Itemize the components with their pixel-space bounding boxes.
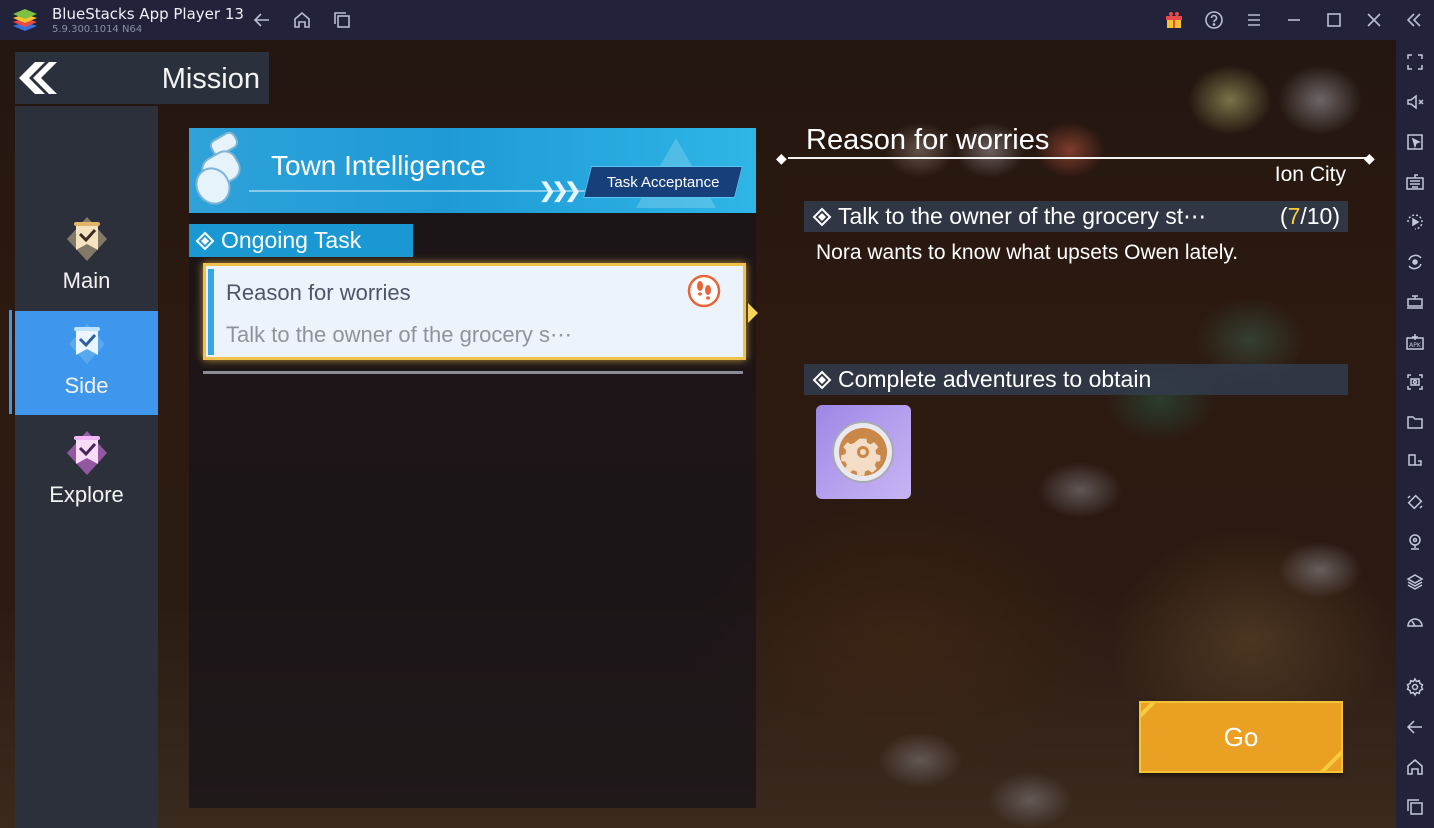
menu-icon[interactable] (1242, 8, 1266, 32)
ornament-right-icon: ◆ (1364, 150, 1375, 166)
home-icon[interactable] (1403, 755, 1427, 779)
nav-label: Main (62, 268, 111, 293)
task-list-divider (203, 371, 743, 374)
progress-current: 7 (1287, 203, 1301, 229)
footprints-icon (687, 274, 721, 308)
settings-icon[interactable] (1403, 675, 1427, 699)
rewards-header: Complete adventures to obtain (804, 364, 1348, 395)
objective-progress: (7/10) (1280, 203, 1340, 230)
task-list-item[interactable]: Reason for worries Talk to the owner of … (203, 263, 758, 360)
banner-title: Town Intelligence (271, 150, 486, 181)
rewards-header-label: Complete adventures to obtain (838, 366, 1152, 392)
nav-label: Explore (49, 482, 124, 507)
recent-apps-icon[interactable] (330, 8, 354, 32)
fullscreen-icon[interactable] (1403, 50, 1427, 74)
nav-active-indicator (9, 310, 12, 414)
nav-item-main[interactable]: Main (15, 206, 158, 310)
gear-coin-icon (832, 421, 894, 483)
macro-record-icon[interactable] (1403, 210, 1427, 234)
go-button[interactable]: Go (1139, 701, 1343, 773)
objective-row: Talk to the owner of the grocery st⋯ (7/… (804, 201, 1348, 232)
mute-icon[interactable] (1403, 90, 1427, 114)
svg-text:APK: APK (1409, 342, 1422, 349)
help-icon[interactable] (1202, 8, 1226, 32)
ongoing-task-header: Ongoing Task (189, 224, 413, 257)
detail-title: Reason for worries (806, 124, 1050, 156)
nav-item-explore[interactable]: Explore (15, 420, 158, 524)
explore-mission-icon (66, 431, 107, 475)
layers-icon[interactable] (1403, 570, 1427, 594)
mission-header: Mission (15, 52, 269, 104)
close-icon[interactable] (1362, 8, 1386, 32)
bluestacks-logo-icon (13, 9, 37, 31)
atm-icon[interactable] (1403, 290, 1427, 314)
chevrons-icon: ❯❯❯ (539, 180, 581, 202)
back-icon[interactable] (1403, 715, 1427, 739)
right-toolbar: APK (1396, 40, 1434, 828)
nav-item-side[interactable]: Side (15, 311, 158, 415)
task-acceptance-label: Task Acceptance (606, 173, 720, 191)
main-mission-icon (66, 217, 107, 261)
multi-instance-icon[interactable] (1403, 450, 1427, 474)
location-label: Ion City (1274, 163, 1346, 186)
diamond-icon (812, 370, 832, 389)
task-subtitle: Talk to the owner of the grocery s⋯ (226, 322, 573, 347)
app-version: 5.9.300.1014 N64 (52, 24, 143, 35)
task-accent-bar (208, 269, 214, 355)
progress-open: ( (1279, 203, 1288, 229)
rotate-screen-icon[interactable] (1403, 490, 1427, 514)
ornament-left-icon: ◆ (776, 150, 787, 166)
performance-icon[interactable] (1403, 610, 1427, 634)
title-underline (788, 157, 1372, 159)
mission-category-nav: Main Side Explore (15, 106, 158, 828)
town-intelligence-banner: Town Intelligence ❯❯❯ Task Acceptance (189, 128, 756, 213)
task-acceptance-button[interactable]: Task Acceptance (583, 166, 743, 198)
diamond-icon (812, 207, 832, 226)
back-chevrons-icon[interactable] (15, 60, 59, 96)
task-title: Reason for worries (226, 280, 411, 305)
mission-title: Mission (161, 63, 260, 95)
objective-text: Talk to the owner of the grocery st⋯ (838, 203, 1207, 229)
side-mission-icon (68, 324, 105, 364)
app-title: BlueStacks App Player 13 (52, 5, 244, 23)
maximize-icon[interactable] (1322, 8, 1346, 32)
folder-icon[interactable] (1403, 410, 1427, 434)
gift-icon[interactable] (1162, 8, 1186, 32)
home-icon[interactable] (290, 8, 314, 32)
title-bar: BlueStacks App Player 13 5.9.300.1014 N6… (0, 0, 1434, 40)
back-arrow-icon[interactable] (250, 8, 274, 32)
progress-total: /10) (1300, 203, 1340, 229)
task-description: Nora wants to know what upsets Owen late… (816, 241, 1239, 264)
nav-label: Side (64, 373, 109, 398)
screenshot-icon[interactable] (1403, 370, 1427, 394)
location-icon[interactable] (1403, 530, 1427, 554)
reward-item[interactable] (816, 405, 911, 499)
cursor-icon[interactable] (1403, 130, 1427, 154)
selected-pointer-icon (748, 303, 758, 323)
binoculars-icon (195, 131, 241, 205)
ongoing-task-label: Ongoing Task (221, 227, 362, 253)
diamond-icon (195, 231, 215, 250)
collapse-sidebar-icon[interactable] (1402, 8, 1426, 32)
recents-icon[interactable] (1403, 795, 1427, 819)
keyboard-icon[interactable] (1403, 170, 1427, 194)
apk-install-icon[interactable]: APK (1403, 330, 1427, 354)
minimize-icon[interactable] (1282, 8, 1306, 32)
game-viewport[interactable]: Mission Main Side Explore Town Intellige… (0, 40, 1396, 828)
task-list-panel: Town Intelligence ❯❯❯ Task Acceptance On… (189, 128, 758, 808)
go-button-label: Go (1223, 721, 1259, 752)
rotate-sync-icon[interactable] (1403, 250, 1427, 274)
